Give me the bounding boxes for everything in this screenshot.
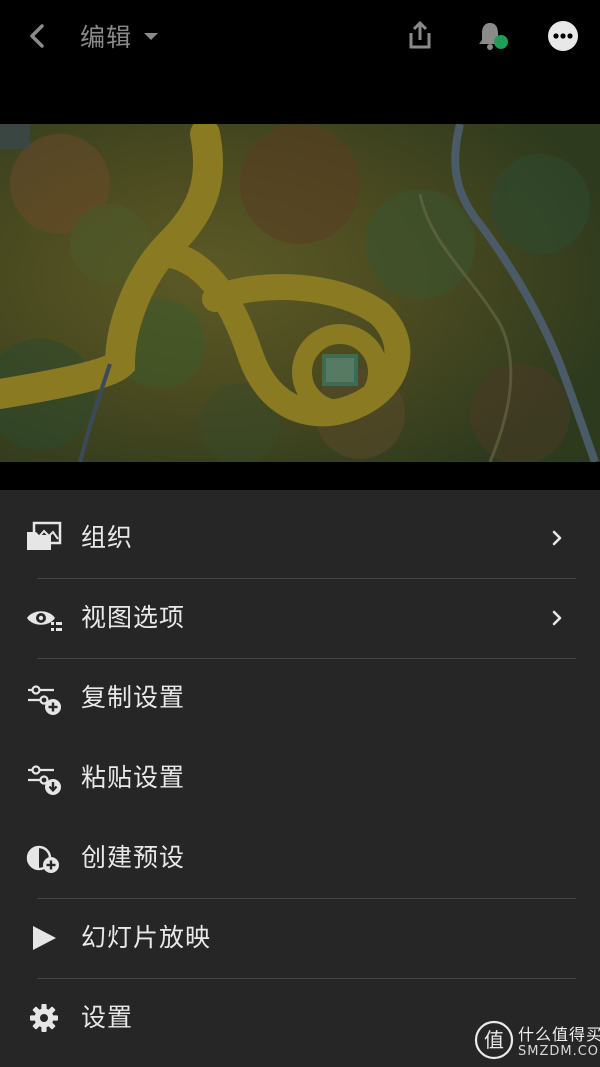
paste-settings-icon	[28, 765, 61, 795]
back-arrow-icon[interactable]	[20, 18, 56, 54]
organize-icon	[27, 521, 62, 550]
watermark: 值 什么值得买 SMZDM.COM	[474, 1017, 600, 1067]
menu-item-create-preset[interactable]: 创建预设	[0, 818, 600, 898]
caret-down-icon	[144, 33, 159, 40]
menu-item-paste-settings[interactable]: 粘贴设置	[0, 738, 600, 818]
chevron-right-icon	[552, 530, 562, 546]
slideshow-icon	[33, 926, 56, 950]
photo-preview	[0, 124, 600, 462]
menu-item-organize[interactable]: 组织	[0, 498, 600, 578]
watermark-logo-char: 值	[484, 1028, 504, 1052]
more-icon[interactable]	[543, 16, 583, 56]
menu-label-paste-settings: 粘贴设置	[81, 763, 186, 792]
settings-gear-icon	[30, 1004, 58, 1032]
menu-item-slideshow[interactable]: 幻灯片放映	[0, 898, 600, 978]
chevron-right-icon	[552, 610, 562, 626]
menu-item-view-options[interactable]: 视图选项	[0, 578, 600, 658]
view-options-icon	[27, 611, 62, 631]
menu-label-slideshow: 幻灯片放映	[81, 923, 212, 952]
action-menu-sheet: 组织 视图选项 复制设置 粘贴设置 创建预设 幻灯片放映 设置	[0, 490, 600, 1067]
menu-label-organize: 组织	[81, 523, 134, 552]
bell-icon[interactable]	[470, 16, 510, 56]
share-icon[interactable]	[400, 16, 440, 56]
menu-label-create-preset: 创建预设	[81, 843, 186, 872]
title-dropdown[interactable]: 编辑	[80, 18, 160, 54]
copy-settings-icon	[28, 685, 61, 715]
watermark-text: 什么值得买	[518, 1025, 600, 1044]
watermark-url: SMZDM.COM	[518, 1044, 600, 1059]
create-preset-icon	[26, 845, 59, 873]
top-bar: 编辑	[0, 0, 600, 124]
menu-label-copy-settings: 复制设置	[81, 683, 186, 712]
smzdm-logo-icon: 值	[474, 1020, 514, 1060]
menu-label-view-options: 视图选项	[81, 603, 186, 632]
notification-dot	[494, 35, 508, 49]
menu-label-settings: 设置	[81, 1003, 134, 1032]
menu-item-copy-settings[interactable]: 复制设置	[0, 658, 600, 738]
page-title: 编辑	[80, 23, 133, 52]
